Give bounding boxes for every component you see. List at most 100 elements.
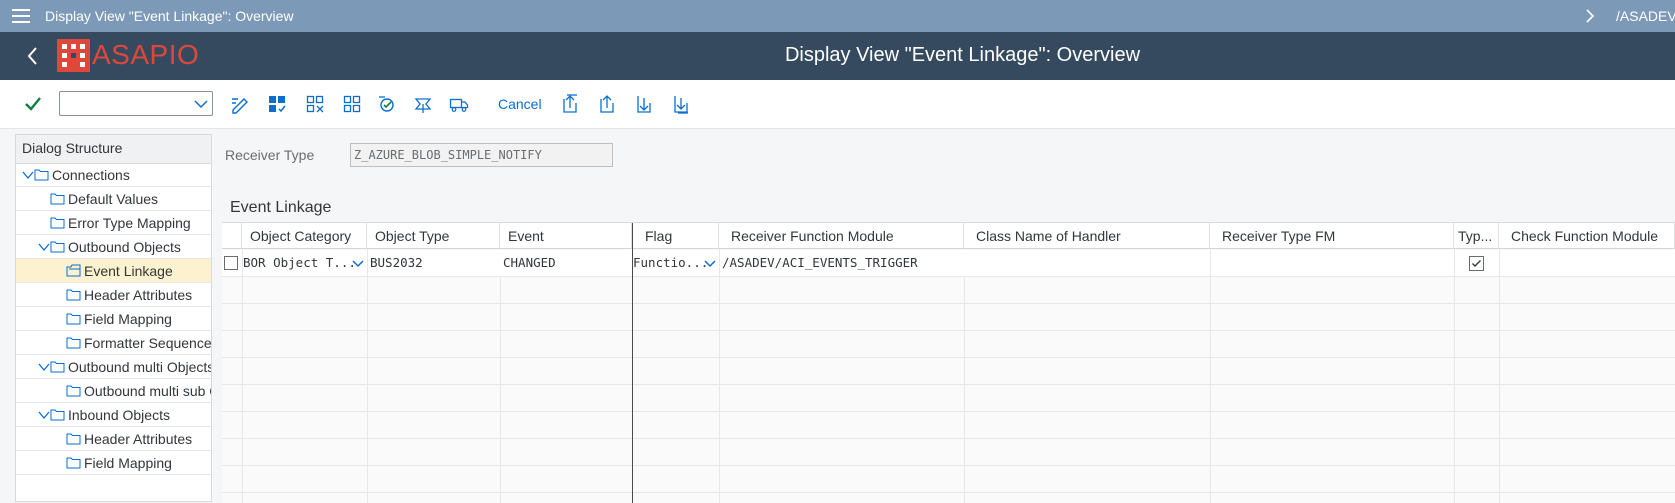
- row-divider: [222, 357, 1675, 358]
- column-divider: [719, 249, 720, 503]
- event-linkage-table: Object Category Object Type Event Flag R…: [222, 222, 1675, 503]
- checkmark-icon[interactable]: [22, 93, 44, 115]
- row-divider: [222, 411, 1675, 412]
- tree-item[interactable]: Event Linkage: [16, 259, 211, 283]
- receiver-fm-cell[interactable]: /ASADEV/ACI_EVENTS_TRIGGER: [720, 250, 966, 276]
- tree-item-label: Default Values: [68, 191, 159, 207]
- column-header-object-category[interactable]: Object Category: [242, 223, 367, 249]
- column-divider: [964, 249, 965, 503]
- row-divider: [222, 384, 1675, 385]
- class-handler-cell[interactable]: [965, 250, 1210, 276]
- tree-item[interactable]: Connections: [16, 163, 211, 187]
- previous-page-icon[interactable]: [596, 93, 618, 115]
- dialog-structure-title: Dialog Structure: [16, 135, 211, 164]
- check-icon[interactable]: [376, 93, 398, 115]
- folder-icon: [50, 193, 65, 205]
- typ-checkbox[interactable]: [1469, 256, 1484, 271]
- tree-item[interactable]: Error Type Mapping: [16, 211, 211, 235]
- receiver-type-field[interactable]: Z_AZURE_BLOB_SIMPLE_NOTIFY: [350, 143, 613, 167]
- tree-item[interactable]: Field Mapping: [16, 307, 211, 331]
- column-divider: [1210, 249, 1211, 503]
- folder-icon: [66, 313, 81, 325]
- tree-item-label: Error Type Mapping: [68, 215, 191, 231]
- expand-chevron-icon[interactable]: [38, 242, 50, 252]
- chevron-down-icon[interactable]: [351, 259, 365, 269]
- column-header-class-handler[interactable]: Class Name of Handler: [964, 223, 1210, 249]
- column-divider: [1499, 249, 1500, 503]
- expand-chevron-icon[interactable]: [38, 362, 50, 372]
- tree-item[interactable]: Outbound multi sub C: [16, 379, 211, 403]
- check-fm-cell[interactable]: [1500, 250, 1675, 276]
- column-divider: [367, 249, 368, 503]
- row-divider: [222, 276, 1675, 277]
- last-page-icon[interactable]: [670, 93, 692, 115]
- window-title: Display View "Event Linkage": Overview: [45, 8, 294, 24]
- transport-icon[interactable]: [448, 93, 470, 115]
- where-used-icon[interactable]: [412, 93, 434, 115]
- chevron-down-icon[interactable]: [194, 98, 208, 110]
- select-block-icon[interactable]: [341, 93, 363, 115]
- table-row[interactable]: [222, 250, 242, 276]
- cancel-button[interactable]: Cancel: [498, 96, 542, 112]
- column-header-event[interactable]: Event: [500, 223, 632, 249]
- folder-icon: [34, 169, 49, 181]
- folder-icon: [66, 457, 81, 469]
- select-all-icon[interactable]: [266, 93, 288, 115]
- display-change-icon[interactable]: [229, 93, 251, 115]
- tree-item-label: Formatter Sequence: [84, 335, 212, 351]
- row-divider: [222, 303, 1675, 304]
- column-header-typ[interactable]: Typ...: [1454, 223, 1499, 249]
- row-divider: [222, 465, 1675, 466]
- page-title: Display View "Event Linkage": Overview: [784, 44, 1141, 66]
- expand-chevron-icon[interactable]: [22, 170, 34, 180]
- expand-chevron-icon[interactable]: [38, 410, 50, 420]
- receiver-type-label: Receiver Type: [225, 147, 315, 163]
- folder-icon: [50, 409, 65, 421]
- tree-item-label: Event Linkage: [84, 263, 173, 279]
- tree-item[interactable]: Inbound Objects: [16, 403, 211, 427]
- chevron-right-icon[interactable]: [1585, 9, 1595, 23]
- chevron-down-icon[interactable]: [703, 259, 717, 269]
- tree-item[interactable]: Header Attributes: [16, 427, 211, 451]
- tree-item[interactable]: Field Mapping: [16, 451, 211, 475]
- object-type-cell[interactable]: BUS2032: [368, 250, 502, 276]
- flag-dropdown[interactable]: Functio...: [633, 250, 719, 276]
- object-category-dropdown[interactable]: BOR Object T...: [243, 250, 367, 276]
- object-category-value: BOR Object T...: [243, 255, 356, 270]
- tree-item-label: Outbound multi Objects: [68, 359, 212, 375]
- row-selector-header[interactable]: [222, 223, 242, 249]
- folder-icon: [66, 433, 81, 445]
- row-divider: [222, 492, 1675, 493]
- fixed-column-separator: [632, 223, 633, 503]
- column-header-flag[interactable]: Flag: [633, 223, 719, 249]
- deselect-all-icon[interactable]: [304, 93, 326, 115]
- folder-icon: [50, 241, 65, 253]
- command-field[interactable]: [59, 91, 213, 116]
- event-cell[interactable]: CHANGED: [501, 250, 634, 276]
- folder-icon: [66, 385, 81, 397]
- flag-value: Functio...: [633, 255, 709, 270]
- tree-item[interactable]: Outbound multi Objects: [16, 355, 212, 379]
- column-header-check-fm[interactable]: Check Function Module: [1499, 223, 1675, 249]
- row-select-checkbox[interactable]: [224, 256, 238, 270]
- tree-item-label: Connections: [52, 167, 130, 183]
- folder-icon: [66, 289, 81, 301]
- column-header-object-type[interactable]: Object Type: [367, 223, 500, 249]
- next-page-icon[interactable]: [633, 93, 655, 115]
- column-divider: [1454, 249, 1455, 503]
- checkmark-icon: [1472, 260, 1481, 267]
- tree-item[interactable]: Outbound Objects: [16, 235, 211, 259]
- tree-item[interactable]: Header Attributes: [16, 283, 211, 307]
- shell-header: ASAPIO Display View "Event Linkage": Ove…: [0, 32, 1675, 80]
- receiver-type-fm-cell[interactable]: [1211, 250, 1454, 276]
- first-page-icon[interactable]: [559, 93, 581, 115]
- menu-icon[interactable]: [12, 8, 30, 24]
- folder-icon: [66, 337, 81, 349]
- row-divider: [222, 438, 1675, 439]
- tree-item[interactable]: Default Values: [16, 187, 211, 211]
- system-id: /ASADEV: [1616, 8, 1675, 24]
- tree-item[interactable]: Formatter Sequence: [16, 331, 212, 355]
- column-header-receiver-fm[interactable]: Receiver Function Module: [719, 223, 964, 249]
- tree-item-label: Header Attributes: [84, 287, 193, 303]
- column-header-receiver-type-fm[interactable]: Receiver Type FM: [1210, 223, 1454, 249]
